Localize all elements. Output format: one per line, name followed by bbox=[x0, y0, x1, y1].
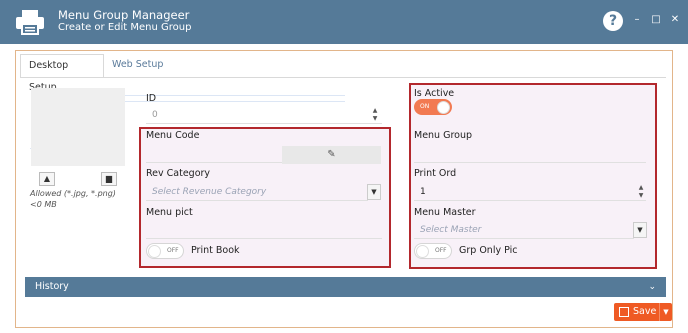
toggle-state: OFF bbox=[435, 247, 447, 254]
tab-divider bbox=[20, 77, 666, 78]
menu-pict-label: Menu pict bbox=[146, 207, 193, 218]
allowed-file-types: Allowed (*.jpg, *.png) <0 MB bbox=[30, 189, 116, 209]
toggle-knob bbox=[437, 101, 450, 114]
toggle-state: ON bbox=[420, 103, 430, 110]
print-book-label: Print Book bbox=[191, 245, 240, 256]
printer-icon bbox=[16, 10, 44, 35]
menu-master-label: Menu Master bbox=[414, 207, 476, 218]
tab-desktop-setup[interactable]: Desktop Setup bbox=[20, 54, 104, 93]
menu-group-label: Menu Group bbox=[414, 130, 473, 141]
chevron-down-icon: ⌄ bbox=[648, 282, 656, 292]
menu-master-dropdown-icon[interactable]: ▼ bbox=[633, 222, 647, 238]
is-active-label: Is Active bbox=[414, 88, 455, 99]
maximize-button[interactable]: □ bbox=[650, 14, 662, 26]
rev-category-label: Rev Category bbox=[146, 168, 211, 179]
toggle-state: OFF bbox=[167, 247, 179, 254]
grp-only-pic-label: Grp Only Pic bbox=[459, 245, 518, 256]
window-title: Menu Group Manageer bbox=[58, 8, 190, 22]
menu-pict-input[interactable] bbox=[146, 222, 382, 239]
divider bbox=[125, 101, 345, 102]
menu-group-input[interactable] bbox=[414, 146, 646, 163]
help-icon[interactable]: ? bbox=[603, 11, 623, 31]
print-ord-input[interactable]: 1 bbox=[414, 184, 646, 201]
menu-master-select[interactable]: Select Master bbox=[414, 222, 634, 239]
trash-icon[interactable]: ▆ bbox=[101, 172, 117, 186]
menu-image-preview[interactable] bbox=[31, 88, 125, 166]
id-input[interactable]: 0 bbox=[146, 107, 382, 124]
grp-only-pic-toggle[interactable]: OFF bbox=[414, 243, 452, 259]
minimize-button[interactable]: – bbox=[631, 14, 643, 26]
save-button[interactable]: Save ▼ bbox=[614, 303, 672, 321]
history-label: History bbox=[35, 281, 69, 292]
edit-code-button[interactable]: ✎ bbox=[282, 146, 381, 164]
upload-icon[interactable]: ▲ bbox=[39, 172, 55, 186]
print-ord-label: Print Ord bbox=[414, 168, 457, 179]
pencil-icon: ✎ bbox=[327, 149, 336, 160]
save-icon bbox=[619, 307, 629, 317]
window-subtitle: Create or Edit Menu Group bbox=[58, 22, 192, 33]
is-active-toggle[interactable]: ON bbox=[414, 99, 452, 115]
save-label: Save bbox=[633, 306, 657, 317]
tab-web-setup[interactable]: Web Setup bbox=[104, 54, 178, 78]
divider bbox=[125, 95, 345, 96]
menu-code-input[interactable] bbox=[146, 146, 282, 163]
print-book-toggle[interactable]: OFF bbox=[146, 243, 184, 259]
title-bar: Menu Group Manageer Create or Edit Menu … bbox=[0, 0, 688, 44]
toggle-knob bbox=[148, 245, 161, 258]
rev-category-dropdown-icon[interactable]: ▼ bbox=[367, 184, 381, 200]
close-button[interactable]: ✕ bbox=[669, 14, 681, 26]
history-section-header[interactable]: History ⌄ bbox=[25, 277, 666, 297]
menu-code-label: Menu Code bbox=[146, 130, 200, 141]
print-ord-stepper[interactable]: ▲ ▼ bbox=[636, 184, 646, 201]
id-label: ID bbox=[146, 93, 157, 104]
rev-category-select[interactable]: Select Revenue Category bbox=[146, 184, 368, 201]
save-dropdown-icon[interactable]: ▼ bbox=[659, 303, 672, 321]
id-stepper[interactable]: ▲ ▼ bbox=[370, 107, 380, 124]
toggle-knob bbox=[416, 245, 429, 258]
